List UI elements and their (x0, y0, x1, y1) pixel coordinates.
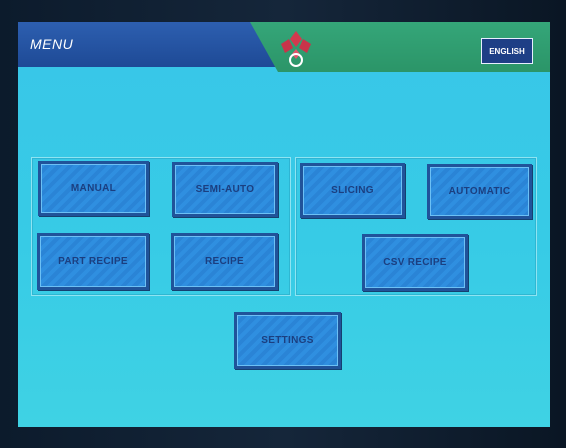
semi-auto-button[interactable]: SEMI-AUTO (172, 162, 278, 217)
csv-recipe-button[interactable]: CSV RECIPE (362, 234, 468, 291)
slicing-button[interactable]: SLICING (300, 163, 405, 218)
diamond-logo-icon (281, 31, 311, 67)
recipe-button[interactable]: RECIPE (171, 233, 278, 290)
hmi-screen: MENU ENGLISH MANUAL SEMI-AUTO SLICING AU… (18, 22, 550, 427)
manual-button[interactable]: MANUAL (38, 161, 149, 216)
part-recipe-button[interactable]: PART RECIPE (37, 233, 149, 290)
settings-button[interactable]: SETTINGS (234, 312, 341, 369)
page-title: MENU (30, 36, 74, 52)
automatic-button[interactable]: AUTOMATIC (427, 164, 532, 219)
english-language-button[interactable]: ENGLISH (481, 38, 533, 64)
